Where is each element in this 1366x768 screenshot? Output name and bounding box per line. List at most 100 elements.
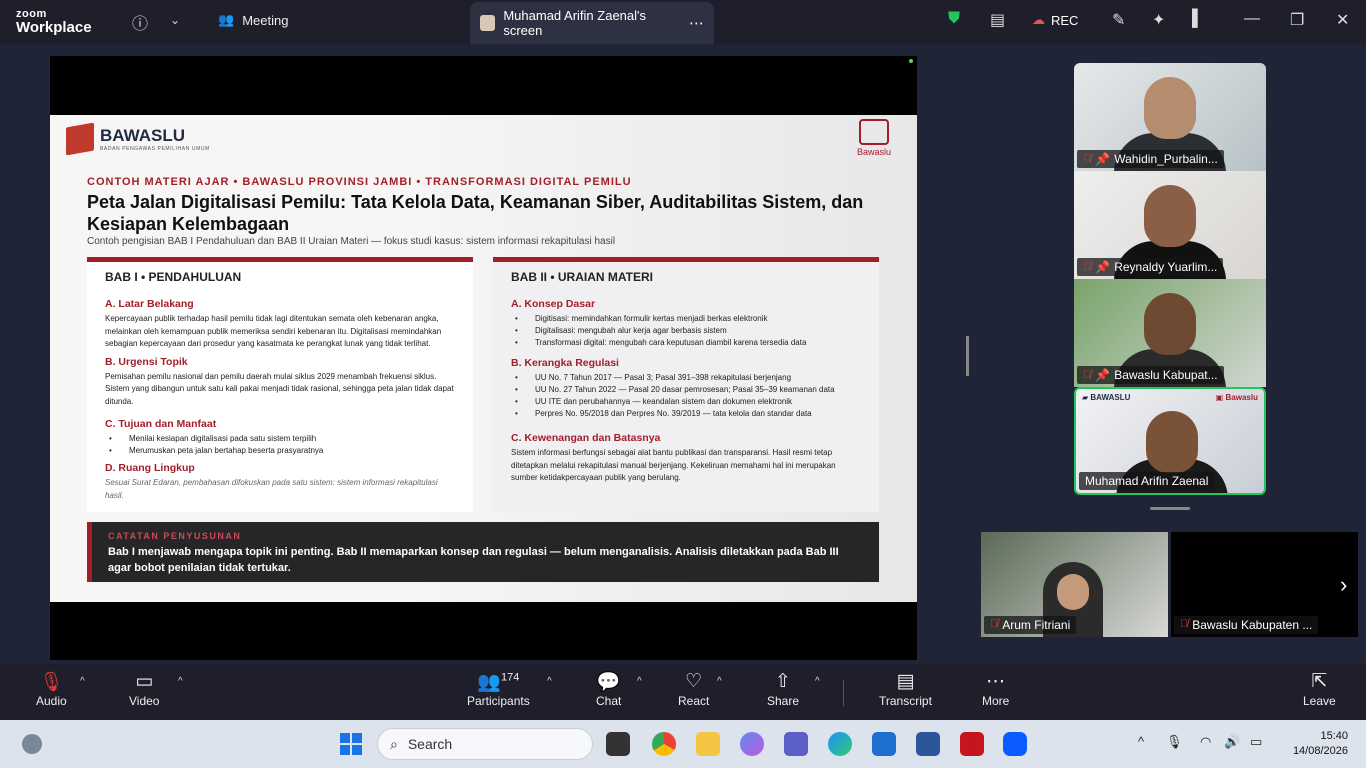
show-hidden-icons-icon[interactable]: ^ — [1138, 734, 1144, 749]
heart-icon: ♡ — [685, 671, 703, 692]
minimize-icon[interactable]: — — [1244, 10, 1260, 28]
share-screen-icon: ⇧ — [775, 671, 791, 692]
next-page-arrow-icon[interactable]: › — [1340, 572, 1347, 598]
slide-kicker: CONTOH MATERI AJAR • BAWASLU PROVINSI JA… — [87, 176, 632, 188]
leave-button[interactable]: ⇱ Leave — [1303, 670, 1336, 708]
participants-icon: 👥174 — [477, 671, 520, 693]
chrome-icon[interactable] — [652, 732, 676, 756]
store-icon[interactable] — [872, 732, 896, 756]
avatar — [480, 15, 496, 31]
zoom-logo: zoom Workplace — [16, 8, 92, 36]
participant-tile[interactable]: 🎙̸ Arum Fitriani — [981, 532, 1168, 637]
meeting-tab[interactable]: 👥 Meeting — [218, 12, 288, 28]
system-clock[interactable]: 15:40 14/08/2026 — [1293, 729, 1348, 759]
edge-icon[interactable] — [828, 732, 852, 756]
taskbar-search[interactable]: ⌕ Search — [377, 728, 593, 760]
chat-icon: 💬 — [596, 672, 621, 693]
task-view-icon[interactable] — [606, 732, 630, 756]
more-button[interactable]: ⋯ More — [982, 670, 1009, 708]
volume-icon[interactable]: 🔊 — [1224, 734, 1240, 750]
pin-icon: 📌 — [1095, 152, 1111, 166]
ai-sparkle-icon[interactable]: ✦ — [1152, 10, 1165, 30]
participant-tile[interactable]: 🎙̸ 📌 Wahidin_Purbalin... — [1074, 63, 1266, 171]
word-icon[interactable] — [916, 732, 940, 756]
bab-i-panel: BAB I • PENDAHULUAN A. Latar Belakang Ke… — [87, 257, 473, 512]
camera-icon: ▭ — [135, 671, 154, 692]
share-button[interactable]: ⇧ Share — [767, 670, 799, 708]
layout-icon[interactable]: ▌ — [1192, 10, 1203, 28]
toolbar-divider — [843, 680, 844, 706]
annotate-icon[interactable]: ✎ — [1112, 10, 1125, 30]
book-emblem-icon — [858, 119, 889, 145]
mic-muted-icon: 🎙̸ — [1083, 369, 1092, 381]
pdf-reader-icon[interactable] — [960, 732, 984, 756]
mic-muted-icon: 🎙̸ — [1083, 153, 1092, 165]
audio-button[interactable]: 🎙 Audio — [36, 670, 67, 708]
top-bar: zoom Workplace ⓘ ⌄ 👥 Meeting Muhamad Ari… — [0, 0, 1366, 44]
more-icon: ⋯ — [986, 671, 1006, 692]
zoom-app-icon[interactable] — [1003, 732, 1027, 756]
participant-tile[interactable]: 🎙̸ 📌 Bawaslu Kabupat... — [1074, 279, 1266, 387]
people-icon: 👥 — [218, 12, 235, 27]
mic-muted-icon: 🎙̸ — [1083, 261, 1092, 273]
chat-button[interactable]: 💬 Chat — [596, 670, 621, 708]
wifi-icon[interactable]: ◠ — [1200, 734, 1211, 750]
windows-taskbar — [0, 720, 1366, 768]
participant-face — [1146, 411, 1198, 473]
start-button[interactable] — [340, 733, 362, 755]
participant-face — [1144, 77, 1196, 139]
bab-i-objectives-list: Menilai kesiapan digitalisasi pada satu … — [105, 433, 455, 457]
participant-face — [1144, 293, 1196, 355]
restore-icon[interactable]: ❐ — [1290, 10, 1304, 30]
participant-tile[interactable]: 🎙̸ 📌 Reynaldy Yuarlim... — [1074, 171, 1266, 279]
slide-subtitle: Contoh pengisian BAB I Pendahuluan dan B… — [87, 236, 616, 247]
participant-face — [1057, 574, 1089, 610]
presentation-slide: BAWASLU BADAN PENGAWAS PEMILIHAN UMUM Ba… — [50, 115, 917, 602]
share-options-caret[interactable]: ^ — [815, 676, 820, 687]
active-speaker-tile[interactable]: ▰ BAWASLU ▣ Bawaslu Muhamad Arifin Zaena… — [1074, 387, 1266, 495]
slide-title: Peta Jalan Digitalisasi Pemilu: Tata Kel… — [87, 192, 864, 234]
transcript-button[interactable]: ▤ Transcript — [879, 670, 932, 708]
chat-options-caret[interactable]: ^ — [637, 676, 642, 687]
weather-widget-icon[interactable] — [22, 734, 42, 754]
participants-button[interactable]: 👥174 Participants — [467, 670, 530, 708]
info-icon[interactable]: ⓘ — [132, 10, 148, 34]
more-options-icon[interactable]: ⋯ — [689, 14, 704, 32]
video-button[interactable]: ▭ Video — [129, 670, 159, 708]
react-button[interactable]: ♡ React — [678, 670, 709, 708]
screen-share-tab[interactable]: Muhamad Arifin Zaenal's screen ⋯ — [470, 2, 714, 44]
cloud-record-icon: ☁ — [1032, 12, 1045, 27]
search-icon: ⌕ — [390, 735, 398, 752]
bawaslu-emblem-icon — [66, 122, 94, 156]
bottom-gallery: 🎙̸ Arum Fitriani 🎙̸ Bawaslu Kabupaten ... — [981, 532, 1359, 637]
tile-bawaslu-right-logo: ▣ Bawaslu — [1215, 393, 1258, 402]
bab-ii-panel: BAB II • URAIAN MATERI A. Konsep Dasar D… — [493, 257, 879, 512]
close-icon[interactable]: ✕ — [1336, 10, 1349, 30]
bawaslu-logo: BAWASLU BADAN PENGAWAS PEMILIHAN UMUM — [66, 122, 210, 156]
battery-icon[interactable]: ▭ — [1250, 734, 1262, 750]
participants-options-caret[interactable]: ^ — [547, 676, 552, 687]
tile-bawaslu-logo: ▰ BAWASLU — [1082, 393, 1131, 402]
teams-icon[interactable] — [784, 732, 808, 756]
chevron-down-icon[interactable]: ⌄ — [170, 13, 180, 27]
mic-tray-icon[interactable]: 🎙 — [1166, 734, 1183, 750]
react-options-caret[interactable]: ^ — [717, 676, 722, 687]
file-explorer-icon[interactable] — [696, 732, 720, 756]
copilot-icon[interactable] — [740, 732, 764, 756]
notes-icon[interactable]: ▤ — [990, 10, 1005, 30]
meeting-toolbar: 🎙 Audio ^ ▭ Video ^ 👥174 Participants ^ 💬 Ch… — [0, 664, 1366, 720]
audio-options-caret[interactable]: ^ — [80, 676, 85, 687]
share-indicator-dot — [909, 59, 913, 63]
participant-tile[interactable]: 🎙̸ Bawaslu Kabupaten ... — [1171, 532, 1358, 637]
leave-icon: ⇱ — [1311, 671, 1328, 692]
gallery-resize-handle[interactable] — [1150, 507, 1190, 510]
splitter-handle[interactable] — [966, 336, 969, 376]
recording-indicator[interactable]: ☁ REC — [1032, 12, 1078, 28]
transcript-icon: ▤ — [896, 671, 915, 692]
video-options-caret[interactable]: ^ — [178, 676, 183, 687]
shield-icon[interactable]: ⛊ — [948, 10, 960, 28]
mic-muted-icon: 🎙̸ — [990, 618, 999, 630]
participant-face — [1144, 185, 1196, 247]
drafting-note: CATATAN PENYUSUNAN Bab I menjawab mengap… — [87, 522, 879, 582]
mic-muted-icon: 🎙 — [39, 672, 64, 693]
